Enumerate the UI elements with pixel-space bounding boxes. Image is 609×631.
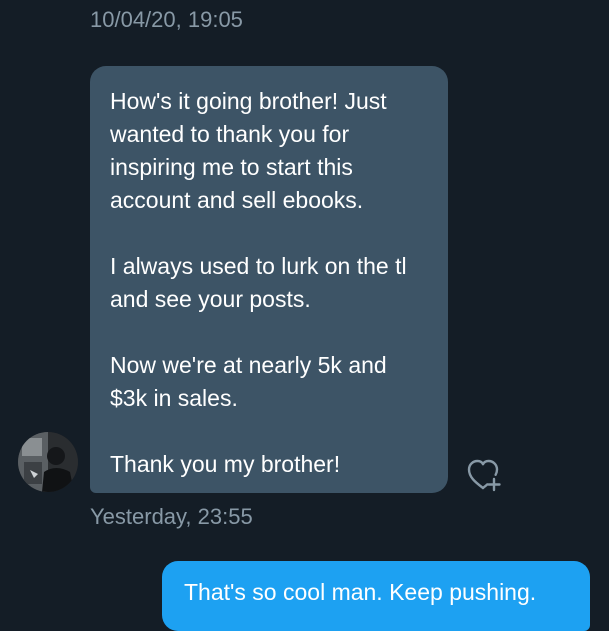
heart-plus-icon[interactable]: [466, 457, 506, 493]
message-timestamp: 10/04/20, 19:05: [90, 7, 243, 32]
message-paragraph: I always used to lurk on the tl and see …: [110, 253, 407, 312]
received-message-bubble[interactable]: How's it going brother! Just wanted to t…: [90, 66, 448, 493]
message-paragraph: Thank you my brother!: [110, 451, 341, 477]
message-text: That's so cool man. Keep pushing.: [184, 579, 537, 605]
avatar[interactable]: [18, 432, 78, 492]
sent-message-bubble[interactable]: That's so cool man. Keep pushing.: [162, 561, 590, 631]
message-paragraph: How's it going brother! Just wanted to t…: [110, 88, 387, 213]
message-paragraph: Now we're at nearly 5k and $3k in sales.: [110, 352, 387, 411]
message-timestamp: Yesterday, 23:55: [90, 504, 253, 529]
